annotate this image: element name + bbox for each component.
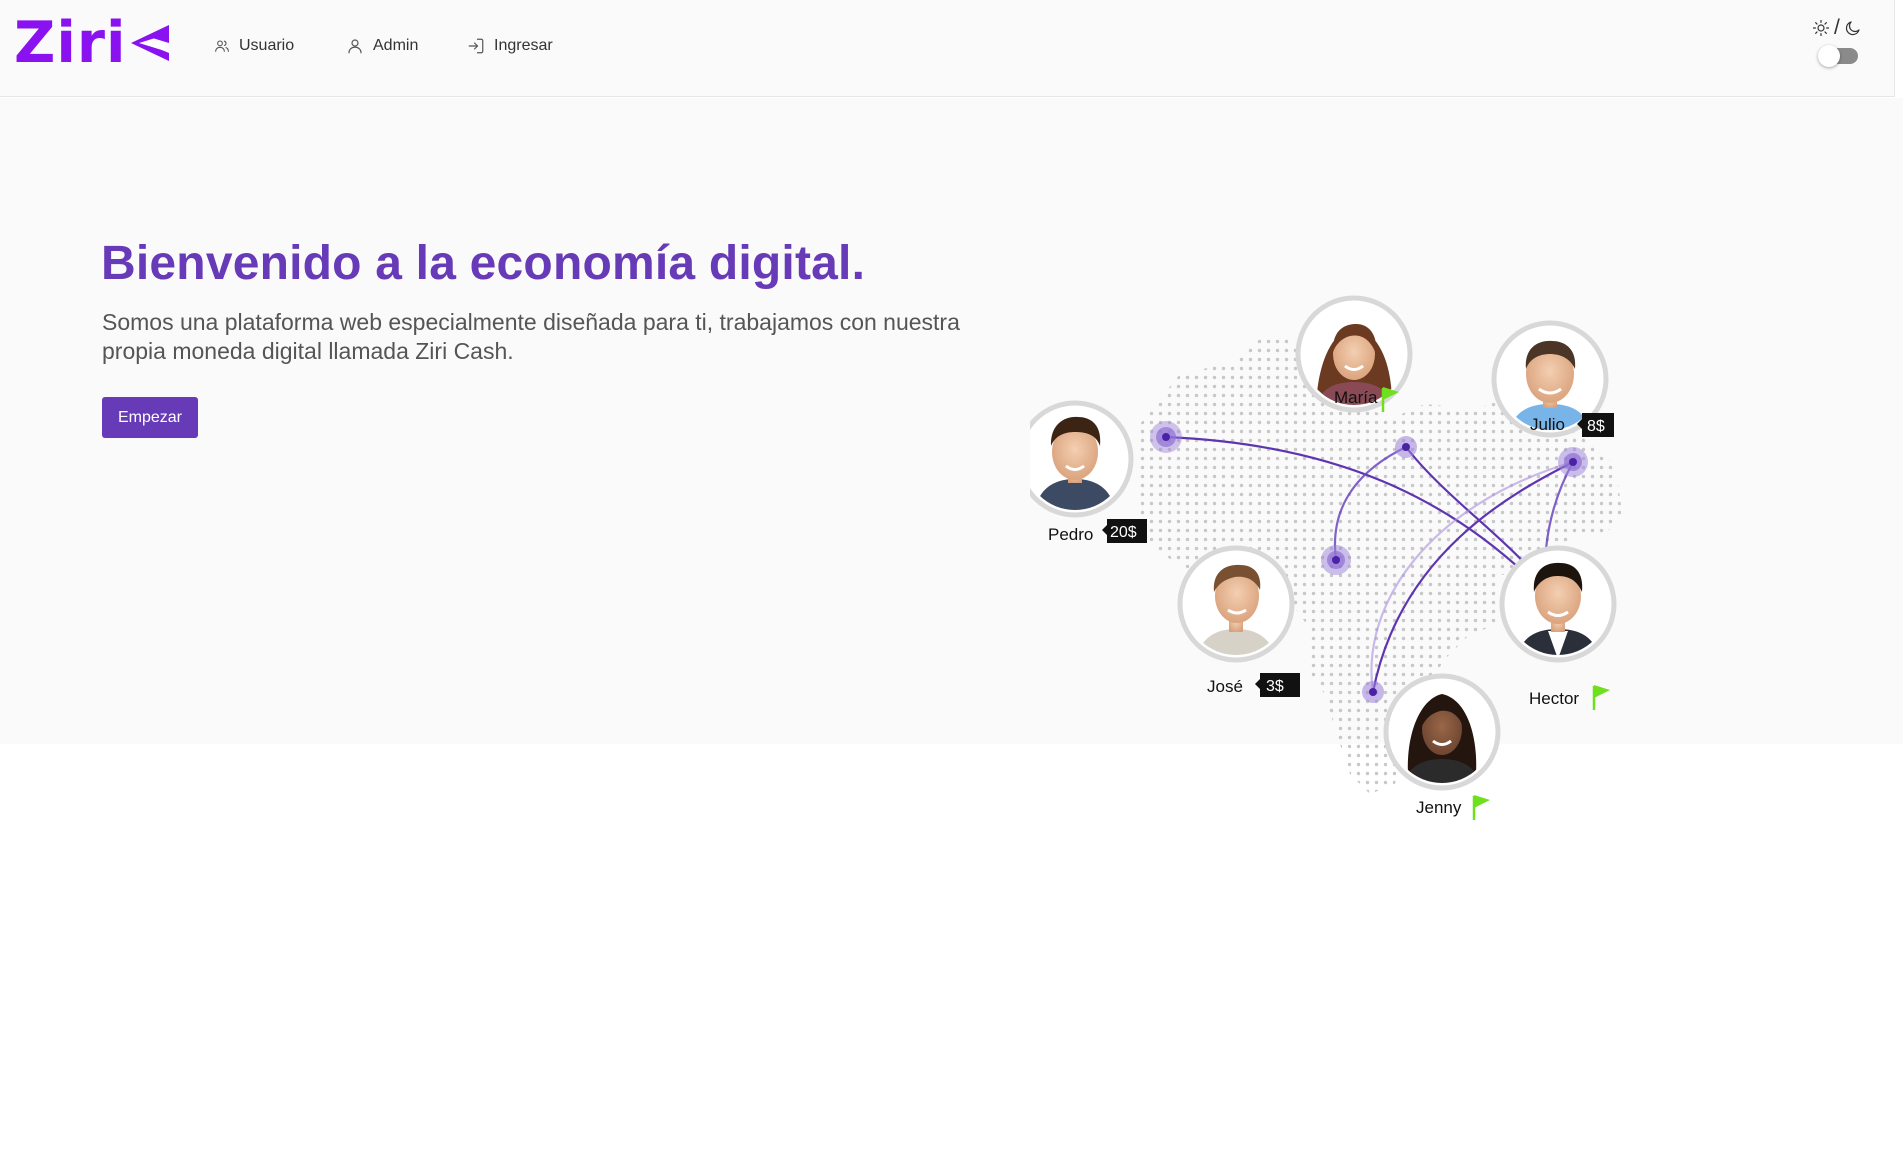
theme-icons: / <box>1812 16 1868 40</box>
nav-item-label: Ingresar <box>494 37 553 54</box>
start-button[interactable]: Empezar <box>102 397 198 438</box>
amount-tag: 3$ <box>1255 673 1300 697</box>
person-name: Jenny <box>1416 798 1462 817</box>
amount-value: 20$ <box>1110 524 1137 541</box>
nav-item-usuario[interactable]: Usuario <box>214 33 294 59</box>
nav-item-admin[interactable]: Admin <box>346 33 418 59</box>
nav-item-ingresar[interactable]: Ingresar <box>467 33 553 59</box>
page-title: Bienvenido a la economía digital. <box>101 237 866 290</box>
moon-icon <box>1845 21 1860 36</box>
logo-text: Ziri <box>14 10 127 76</box>
amount-value: 8$ <box>1587 418 1605 435</box>
person-pedro: Pedro 20$ <box>1030 400 1147 544</box>
user-icon <box>348 39 362 54</box>
person-hector: Hector <box>1499 545 1617 710</box>
theme-toggle: / <box>1812 16 1868 72</box>
network-illustration: Pedro 20$ María Julio 8$ José 3$ Hector … <box>1030 295 1622 820</box>
person-name: Pedro <box>1048 525 1093 544</box>
hero-description: Somos una plataforma web especialmente d… <box>102 309 960 364</box>
hero-section: Bienvenido a la economía digital. Somos … <box>0 98 1903 820</box>
amount-tag: 20$ <box>1102 519 1147 543</box>
ziri-logo[interactable]: Ziri <box>14 14 175 72</box>
login-icon <box>468 38 484 54</box>
nav-item-label: Usuario <box>239 37 295 54</box>
person-jose: José 3$ <box>1177 545 1300 697</box>
top-navbar: Ziri Usuario Admin Ingresar / <box>0 0 1895 97</box>
flag-icon <box>1592 685 1610 710</box>
amount-value: 3$ <box>1266 678 1284 695</box>
dark-mode-switch[interactable] <box>1818 45 1858 67</box>
amount-tag: 8$ <box>1577 413 1614 437</box>
person-jenny: Jenny <box>1383 673 1501 820</box>
flag-icon <box>1472 795 1490 820</box>
person-name: María <box>1334 388 1378 407</box>
theme-separator: / <box>1834 16 1840 39</box>
person-julio: Julio 8$ <box>1491 320 1614 438</box>
person-maria: María <box>1295 295 1413 413</box>
switch-knob <box>1818 45 1840 67</box>
person-name: José <box>1207 677 1243 696</box>
nav-item-label: Admin <box>373 37 419 54</box>
person-name: Julio <box>1530 415 1565 434</box>
sun-icon <box>1812 19 1830 37</box>
person-name: Hector <box>1529 689 1579 708</box>
users-icon <box>215 40 229 52</box>
ziri-logo-mark-icon <box>130 25 169 61</box>
